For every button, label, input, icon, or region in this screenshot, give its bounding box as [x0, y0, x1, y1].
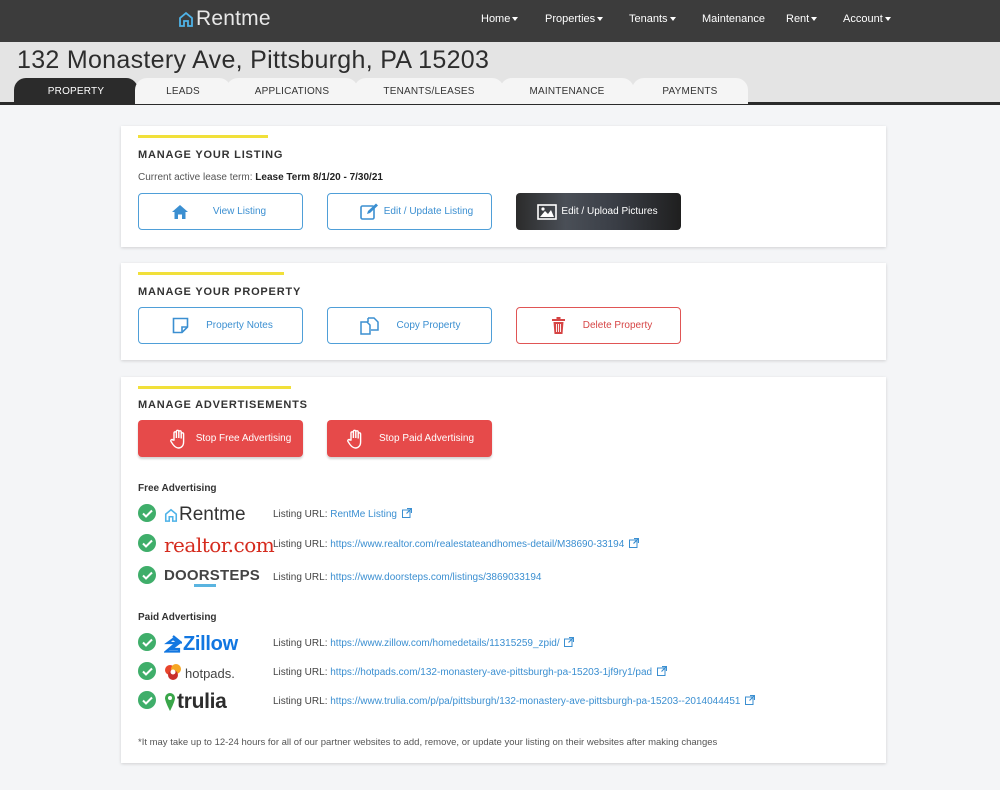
image-icon	[536, 201, 558, 223]
home-icon	[169, 201, 191, 223]
manage-ads-title: MANAGE ADVERTISEMENTS	[138, 399, 308, 411]
hotpads-flame-icon	[165, 664, 181, 680]
tab-applications[interactable]: APPLICATIONS	[226, 78, 358, 104]
edit-listing-button[interactable]: Edit / Update Listing	[327, 193, 492, 230]
nav-account[interactable]: Account	[843, 13, 891, 25]
manage-ads-card: MANAGE ADVERTISEMENTS Stop Free Advertis…	[121, 377, 886, 763]
nav-properties[interactable]: Properties	[545, 13, 604, 25]
free-advertising-heading: Free Advertising	[138, 483, 217, 494]
trulia-pin-icon	[165, 693, 175, 711]
external-link-icon	[401, 508, 412, 518]
copy-icon	[358, 315, 380, 337]
nav-rent[interactable]: Rent	[786, 13, 818, 25]
brand-name: Rentme	[196, 7, 271, 30]
house-logo-icon	[164, 508, 178, 522]
ad-row-hotpads: hotpads. Listing URL: https://hotpads.co…	[138, 660, 858, 686]
ad-row-trulia: trulia Listing URL: https://www.trulia.c…	[138, 689, 858, 715]
view-listing-button[interactable]: View Listing	[138, 193, 303, 230]
hotpads-brand-logo: hotpads.	[164, 660, 235, 686]
rentme-brand-logo: Rentme	[164, 502, 246, 528]
edit-pencil-icon	[358, 201, 380, 223]
lease-label: Current active lease term:	[138, 172, 253, 183]
external-link-icon	[564, 637, 575, 647]
caret-down-icon	[811, 17, 818, 22]
upload-pictures-button[interactable]: Edit / Upload Pictures	[516, 193, 681, 230]
listing-url-link[interactable]: https://hotpads.com/132-monastery-ave-pi…	[330, 667, 652, 678]
listing-url-link[interactable]: https://www.trulia.com/p/pa/pittsburgh/1…	[330, 696, 740, 707]
ad-row-realtor: realtor.com Listing URL: https://www.rea…	[138, 532, 858, 558]
listing-url-link[interactable]: RentMe Listing	[330, 509, 397, 520]
top-nav: Rentme Home Properties Tenants Maintenan…	[0, 0, 1000, 42]
nav-maintenance[interactable]: Maintenance	[702, 13, 765, 25]
tab-tenants-leases[interactable]: TENANTS/LEASES	[354, 78, 504, 104]
check-circle-icon	[138, 534, 156, 552]
lease-term-line: Current active lease term: Lease Term 8/…	[138, 172, 383, 183]
footnote-text: *It may take up to 12-24 hours for all o…	[138, 737, 718, 748]
yellow-accent-bar	[138, 272, 284, 275]
check-circle-icon	[138, 633, 156, 651]
nav-home[interactable]: Home	[481, 13, 519, 25]
external-link-icon	[629, 538, 640, 548]
manage-property-card: MANAGE YOUR PROPERTY Property Notes Copy…	[121, 263, 886, 360]
tab-payments[interactable]: PAYMENTS	[632, 78, 748, 104]
hand-stop-icon	[345, 428, 367, 450]
house-logo-icon	[179, 11, 193, 27]
check-circle-icon	[138, 662, 156, 680]
trash-icon	[547, 315, 569, 337]
tab-property[interactable]: PROPERTY	[14, 78, 138, 104]
hand-stop-icon	[168, 428, 190, 450]
caret-down-icon	[884, 17, 891, 22]
caret-down-icon	[597, 17, 604, 22]
yellow-accent-bar	[138, 386, 291, 389]
ad-row-zillow: Zillow Listing URL: https://www.zillow.c…	[138, 631, 858, 657]
manage-listing-card: MANAGE YOUR LISTING Current active lease…	[121, 126, 886, 247]
tab-leads[interactable]: LEADS	[135, 78, 231, 104]
trulia-brand-logo: trulia	[164, 689, 227, 715]
property-notes-button[interactable]: Property Notes	[138, 307, 303, 344]
nav-tenants[interactable]: Tenants	[629, 13, 676, 25]
listing-url-link[interactable]: https://www.doorsteps.com/listings/38690…	[330, 572, 541, 583]
caret-down-icon	[512, 17, 519, 22]
listing-url-link[interactable]: https://www.realtor.com/realestateandhom…	[330, 539, 624, 550]
zillow-brand-logo: Zillow	[164, 631, 238, 657]
sticky-note-icon	[169, 315, 191, 337]
ad-row-rentme: Rentme Listing URL: RentMe Listing	[138, 502, 858, 528]
zillow-z-icon	[164, 635, 182, 653]
external-link-icon	[745, 695, 756, 705]
manage-listing-title: MANAGE YOUR LISTING	[138, 149, 284, 161]
paid-advertising-heading: Paid Advertising	[138, 612, 217, 623]
ad-row-doorsteps: DOORSTEPS Listing URL: https://www.doors…	[138, 564, 858, 590]
check-circle-icon	[138, 691, 156, 709]
delete-property-button[interactable]: Delete Property	[516, 307, 681, 344]
stop-free-advertising-button[interactable]: Stop Free Advertising	[138, 420, 303, 457]
caret-down-icon	[669, 17, 676, 22]
rentme-logo[interactable]: Rentme	[178, 7, 271, 31]
listing-url-link[interactable]: https://www.zillow.com/homedetails/11315…	[330, 638, 559, 649]
property-header: 132 Monastery Ave, Pittsburgh, PA 15203 …	[0, 42, 1000, 105]
yellow-accent-bar	[138, 135, 268, 138]
external-link-icon	[656, 666, 667, 676]
check-circle-icon	[138, 566, 156, 584]
doorsteps-underline-icon	[194, 584, 216, 587]
copy-property-button[interactable]: Copy Property	[327, 307, 492, 344]
manage-property-title: MANAGE YOUR PROPERTY	[138, 286, 302, 298]
realtor-brand-logo: realtor.com	[164, 533, 275, 557]
page-title: 132 Monastery Ave, Pittsburgh, PA 15203	[17, 46, 490, 74]
check-circle-icon	[138, 504, 156, 522]
stop-paid-advertising-button[interactable]: Stop Paid Advertising	[327, 420, 492, 457]
doorsteps-brand-logo: DOORSTEPS	[164, 564, 260, 590]
tab-maintenance[interactable]: MAINTENANCE	[500, 78, 634, 104]
lease-value: Lease Term 8/1/20 - 7/30/21	[255, 172, 383, 183]
